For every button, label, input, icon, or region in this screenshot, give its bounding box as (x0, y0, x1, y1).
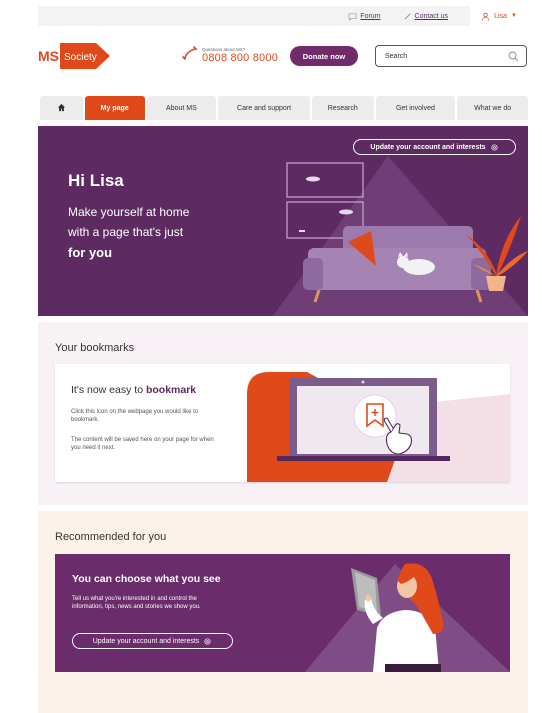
search-input[interactable]: Search (375, 45, 527, 67)
user-name: Lisa (494, 12, 507, 20)
contact-link-label: Contact us (414, 12, 448, 20)
helpline[interactable]: Questions about MS? 0808 800 8000 (182, 46, 278, 67)
search-placeholder: Search (385, 52, 408, 60)
bookmarks-section: Your bookmarks It's now easy to bookmark… (38, 322, 528, 505)
forum-link-label: Forum (360, 12, 381, 20)
phone-handset-icon (182, 46, 198, 67)
caret-down-icon: ▼ (510, 13, 517, 19)
nav-about-ms[interactable]: About MS (146, 96, 217, 120)
nav-research[interactable]: Research (311, 96, 374, 120)
helpline-number: 0808 800 8000 (202, 51, 279, 64)
chat-bubble-icon (348, 12, 357, 21)
bookmarks-card: It's now easy to bookmark Click this ico… (55, 364, 510, 482)
nav-my-page[interactable]: My page (84, 96, 145, 120)
update-account-interests-button[interactable]: Update your account and interests (353, 139, 516, 155)
nav-get-involved[interactable]: Get involved (375, 96, 456, 120)
forum-link[interactable]: Forum (348, 12, 381, 21)
hero-greeting: Hi Lisa (68, 171, 124, 190)
recommended-heading: You can choose what you see (72, 573, 221, 585)
hero-line-1: Make yourself at home (68, 205, 190, 219)
nav-care-and-support[interactable]: Care and support (218, 96, 310, 120)
logo-ms-text: MS (38, 48, 59, 64)
nav-home[interactable] (40, 96, 83, 120)
bookmarks-text-2: The content will be saved here on your p… (71, 437, 214, 452)
phone-icon (403, 12, 412, 21)
recommended-card: You can choose what you see Tell us what… (55, 554, 510, 672)
nav-what-we-do[interactable]: What we do (457, 96, 528, 120)
recommended-section: Recommended for you You can choose what … (38, 511, 528, 713)
home-icon (57, 103, 66, 114)
gear-icon (490, 143, 499, 152)
gear-icon (203, 637, 212, 646)
woman-reading-illustration (305, 563, 510, 672)
bookmark-illustration (247, 372, 510, 482)
recommended-text: Tell us what you're interested in and co… (72, 596, 201, 611)
bookmarks-text-1: Click this icon on the webpage you would… (71, 409, 199, 424)
bookmarks-heading: It's now easy to bookmark (71, 384, 196, 396)
utility-bar: Forum Contact us Lisa ▼ (38, 6, 528, 26)
user-menu[interactable]: Lisa ▼ (470, 6, 528, 26)
bookmarks-heading-prefix: It's now easy to (71, 384, 144, 396)
hero-banner: Update your account and interests Hi Lis… (38, 126, 528, 316)
bookmarks-heading-strong: bookmark (145, 384, 197, 396)
contact-link[interactable]: Contact us (403, 12, 448, 21)
logo-society-text: Society (64, 52, 97, 63)
ms-society-logo[interactable]: MS Society (38, 40, 110, 72)
donate-button[interactable]: Donate now (290, 46, 358, 66)
search-icon[interactable] (508, 51, 519, 64)
user-icon (481, 12, 490, 21)
recommended-update-button-label: Update your account and interests (92, 637, 200, 645)
recommended-title: Recommended for you (55, 531, 167, 543)
recommended-update-button[interactable]: Update your account and interests (72, 633, 233, 649)
update-account-button-label: Update your account and interests (370, 143, 486, 151)
hero-line-2: with a page that's just (68, 225, 184, 239)
hero-line-3: for you (68, 245, 113, 260)
main-nav: My page About MS Care and support Resear… (40, 96, 528, 120)
bookmarks-title: Your bookmarks (55, 342, 135, 354)
